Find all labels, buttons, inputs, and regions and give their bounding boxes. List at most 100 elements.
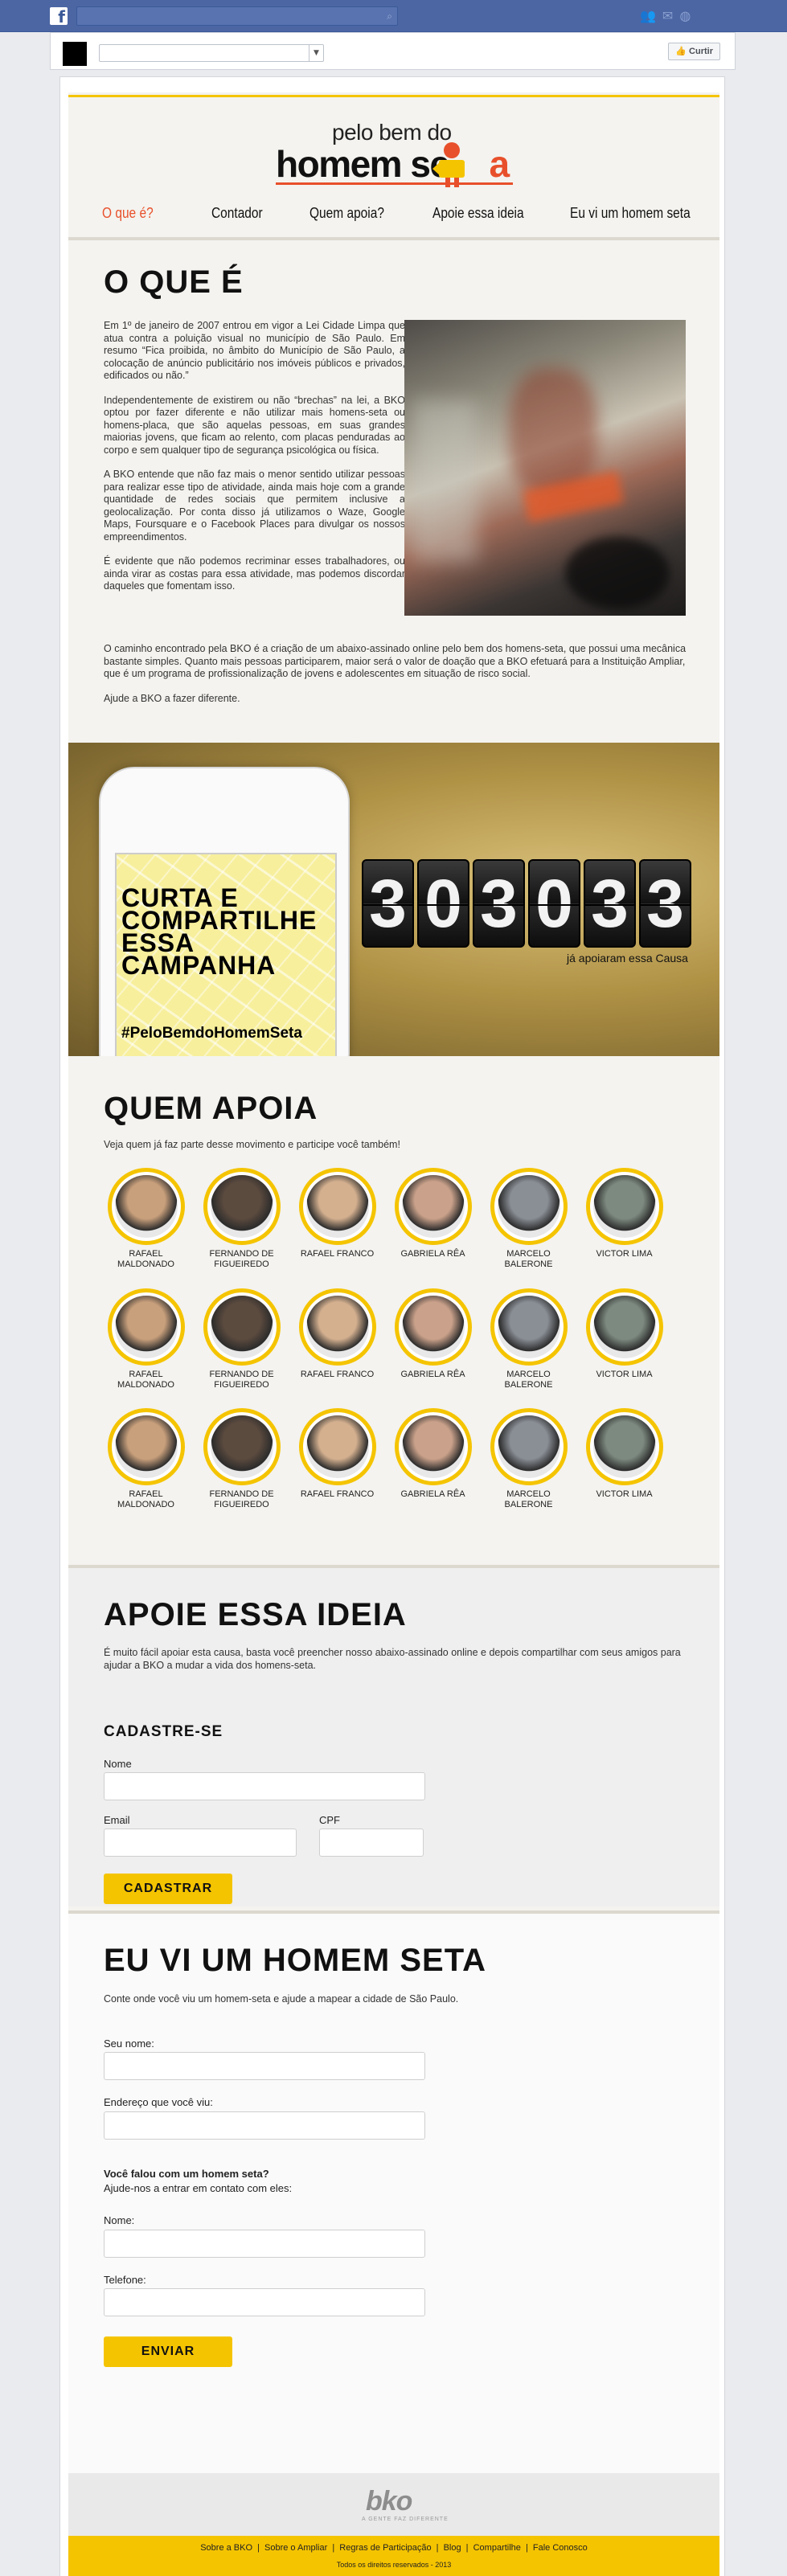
like-button[interactable]: 👍 Curtir xyxy=(668,43,720,60)
supporter-card[interactable]: RAFAEL FRANCO xyxy=(295,1168,379,1259)
seu-nome-input[interactable] xyxy=(104,2052,425,2080)
supporter-name: VICTOR LIMA xyxy=(596,1249,653,1259)
avatar[interactable] xyxy=(585,1408,663,1485)
avatar[interactable] xyxy=(394,1168,472,1245)
avatar-photo xyxy=(305,1415,369,1478)
supporter-card[interactable]: VICTOR LIMA xyxy=(582,1168,666,1259)
avatar-photo xyxy=(210,1296,273,1358)
supporter-card[interactable]: FERNANDO DE FIGUEIREDO xyxy=(199,1168,284,1270)
avatar-photo xyxy=(114,1415,178,1478)
apoie-section: APOIE ESSA IDEIA É muito fácil apoiar es… xyxy=(68,1565,719,1906)
avatar[interactable] xyxy=(203,1168,281,1245)
avatar-photo xyxy=(401,1175,465,1238)
search-icon[interactable]: ⌕ xyxy=(387,10,392,23)
avatar[interactable] xyxy=(394,1408,472,1485)
avatar[interactable] xyxy=(298,1288,376,1366)
supporter-name: MARCELO BALERONE xyxy=(504,1249,553,1269)
email-input[interactable] xyxy=(104,1829,297,1857)
avatar-photo xyxy=(592,1296,656,1358)
avatar-photo xyxy=(210,1175,273,1238)
page-header-bar: ▼ 👍 Curtir xyxy=(50,32,736,70)
avatar[interactable] xyxy=(107,1288,185,1366)
copyright: Todos os direitos reservados - 2013 xyxy=(336,2561,452,2569)
avatar[interactable] xyxy=(107,1408,185,1485)
avatar[interactable] xyxy=(203,1288,281,1366)
supporter-card[interactable]: GABRIELA RÊA xyxy=(391,1168,475,1259)
avatar[interactable] xyxy=(585,1288,663,1366)
bko-logo[interactable]: bko xyxy=(366,2486,412,2517)
supporter-name: MARCELO BALERONE xyxy=(504,1489,553,1509)
supporter-card[interactable]: MARCELO BALERONE xyxy=(486,1408,571,1510)
avatar[interactable] xyxy=(298,1408,376,1485)
avatar[interactable] xyxy=(394,1288,472,1366)
o-que-e-text: Em 1º de janeiro de 2007 entrou em vigor… xyxy=(104,320,405,592)
notification-icons[interactable]: 👥✉◍ xyxy=(640,8,697,23)
telefone-input[interactable] xyxy=(104,2288,425,2316)
bko-tagline: A GENTE FAZ DIFERENTE xyxy=(362,2517,449,2522)
supporter-name: FERNANDO DE FIGUEIREDO xyxy=(209,1370,274,1390)
avatar[interactable] xyxy=(298,1168,376,1245)
campaign-app: pelo bem do homem se a O que é? Contador … xyxy=(68,92,719,2576)
page-selector-dropdown[interactable]: ▼ xyxy=(99,44,324,62)
nav-o-que-e[interactable]: O que é? xyxy=(102,205,154,222)
supporter-card[interactable]: FERNANDO DE FIGUEIREDO xyxy=(199,1288,284,1390)
supporter-name: MARCELO BALERONE xyxy=(504,1370,553,1390)
supporter-name: VICTOR LIMA xyxy=(596,1489,653,1499)
supporter-card[interactable]: MARCELO BALERONE xyxy=(486,1288,571,1390)
globe-icon[interactable]: ◍ xyxy=(679,8,697,23)
campaign-logo[interactable]: pelo bem do homem se a xyxy=(276,118,517,190)
counter-digit: 3 xyxy=(584,859,636,948)
nav-apoie-essa-ideia[interactable]: Apoie essa ideia xyxy=(432,205,524,222)
avatar[interactable] xyxy=(107,1168,185,1245)
chevron-down-icon[interactable]: ▼ xyxy=(309,45,323,61)
cadastrar-button[interactable]: CADASTRAR xyxy=(104,1874,232,1904)
nav-quem-apoia[interactable]: Quem apoia? xyxy=(309,205,384,222)
supporter-card[interactable]: RAFAEL MALDONADO xyxy=(104,1288,188,1390)
nav-contador[interactable]: Contador xyxy=(211,205,263,222)
supporter-card[interactable]: GABRIELA RÊA xyxy=(391,1408,475,1500)
footer-link-blog[interactable]: Blog xyxy=(444,2543,461,2553)
counter-digit: 0 xyxy=(528,859,580,948)
page-avatar[interactable] xyxy=(63,42,87,66)
avatar[interactable] xyxy=(203,1408,281,1485)
supporter-name: RAFAEL MALDONADO xyxy=(117,1370,174,1390)
footer-link-compartilhe[interactable]: Compartilhe xyxy=(473,2543,521,2553)
avatar[interactable] xyxy=(490,1168,568,1245)
avatar[interactable] xyxy=(490,1288,568,1366)
quem-apoia-title: QUEM APOIA xyxy=(104,1091,318,1126)
avatar-photo xyxy=(210,1415,273,1478)
footer-link-regras[interactable]: Regras de Participação xyxy=(339,2543,431,2553)
endereco-input[interactable] xyxy=(104,2111,425,2140)
enviar-button[interactable]: ENVIAR xyxy=(104,2336,232,2367)
cpf-input[interactable] xyxy=(319,1829,424,1857)
o-que-e-title: O QUE É xyxy=(104,264,244,300)
facebook-search-input[interactable]: ⌕ xyxy=(76,6,398,26)
supporter-card[interactable]: FERNANDO DE FIGUEIREDO xyxy=(199,1408,284,1510)
supporter-card[interactable]: RAFAEL MALDONADO xyxy=(104,1408,188,1510)
contato-nome-input[interactable] xyxy=(104,2230,425,2258)
facebook-logo-icon[interactable]: f xyxy=(50,7,68,27)
eu-vi-title: EU VI UM HOMEM SETA xyxy=(104,1943,487,1978)
messages-icon[interactable]: ✉ xyxy=(662,8,679,23)
supporter-card[interactable]: VICTOR LIMA xyxy=(582,1408,666,1500)
footer-bar: Sobre a BKO | Sobre o Ampliar | Regras d… xyxy=(68,2536,719,2576)
footer-link-sobre-bko[interactable]: Sobre a BKO xyxy=(200,2543,252,2553)
supporter-card[interactable]: GABRIELA RÊA xyxy=(391,1288,475,1380)
facebook-top-bar: f ⌕ 👥✉◍ xyxy=(0,0,787,32)
avatar-photo xyxy=(497,1415,560,1478)
friends-icon[interactable]: 👥 xyxy=(640,8,662,23)
avatar[interactable] xyxy=(490,1408,568,1485)
supporter-card[interactable]: MARCELO BALERONE xyxy=(486,1168,571,1270)
avatar[interactable] xyxy=(585,1168,663,1245)
footer-link-fale-conosco[interactable]: Fale Conosco xyxy=(533,2543,588,2553)
supporter-card[interactable]: RAFAEL FRANCO xyxy=(295,1408,379,1500)
supporter-card[interactable]: RAFAEL FRANCO xyxy=(295,1288,379,1380)
supporter-card[interactable]: RAFAEL MALDONADO xyxy=(104,1168,188,1270)
nome-input[interactable] xyxy=(104,1772,425,1800)
supporter-name: GABRIELA RÊA xyxy=(400,1489,465,1499)
phone-screen[interactable]: CURTA E COMPARTILHE ESSA CAMPANHA #PeloB… xyxy=(115,853,337,1056)
footer-link-sobre-ampliar[interactable]: Sobre o Ampliar xyxy=(264,2543,327,2553)
nav-eu-vi[interactable]: Eu vi um homem seta xyxy=(570,205,691,222)
supporter-name: GABRIELA RÊA xyxy=(400,1370,465,1379)
supporter-card[interactable]: VICTOR LIMA xyxy=(582,1288,666,1380)
